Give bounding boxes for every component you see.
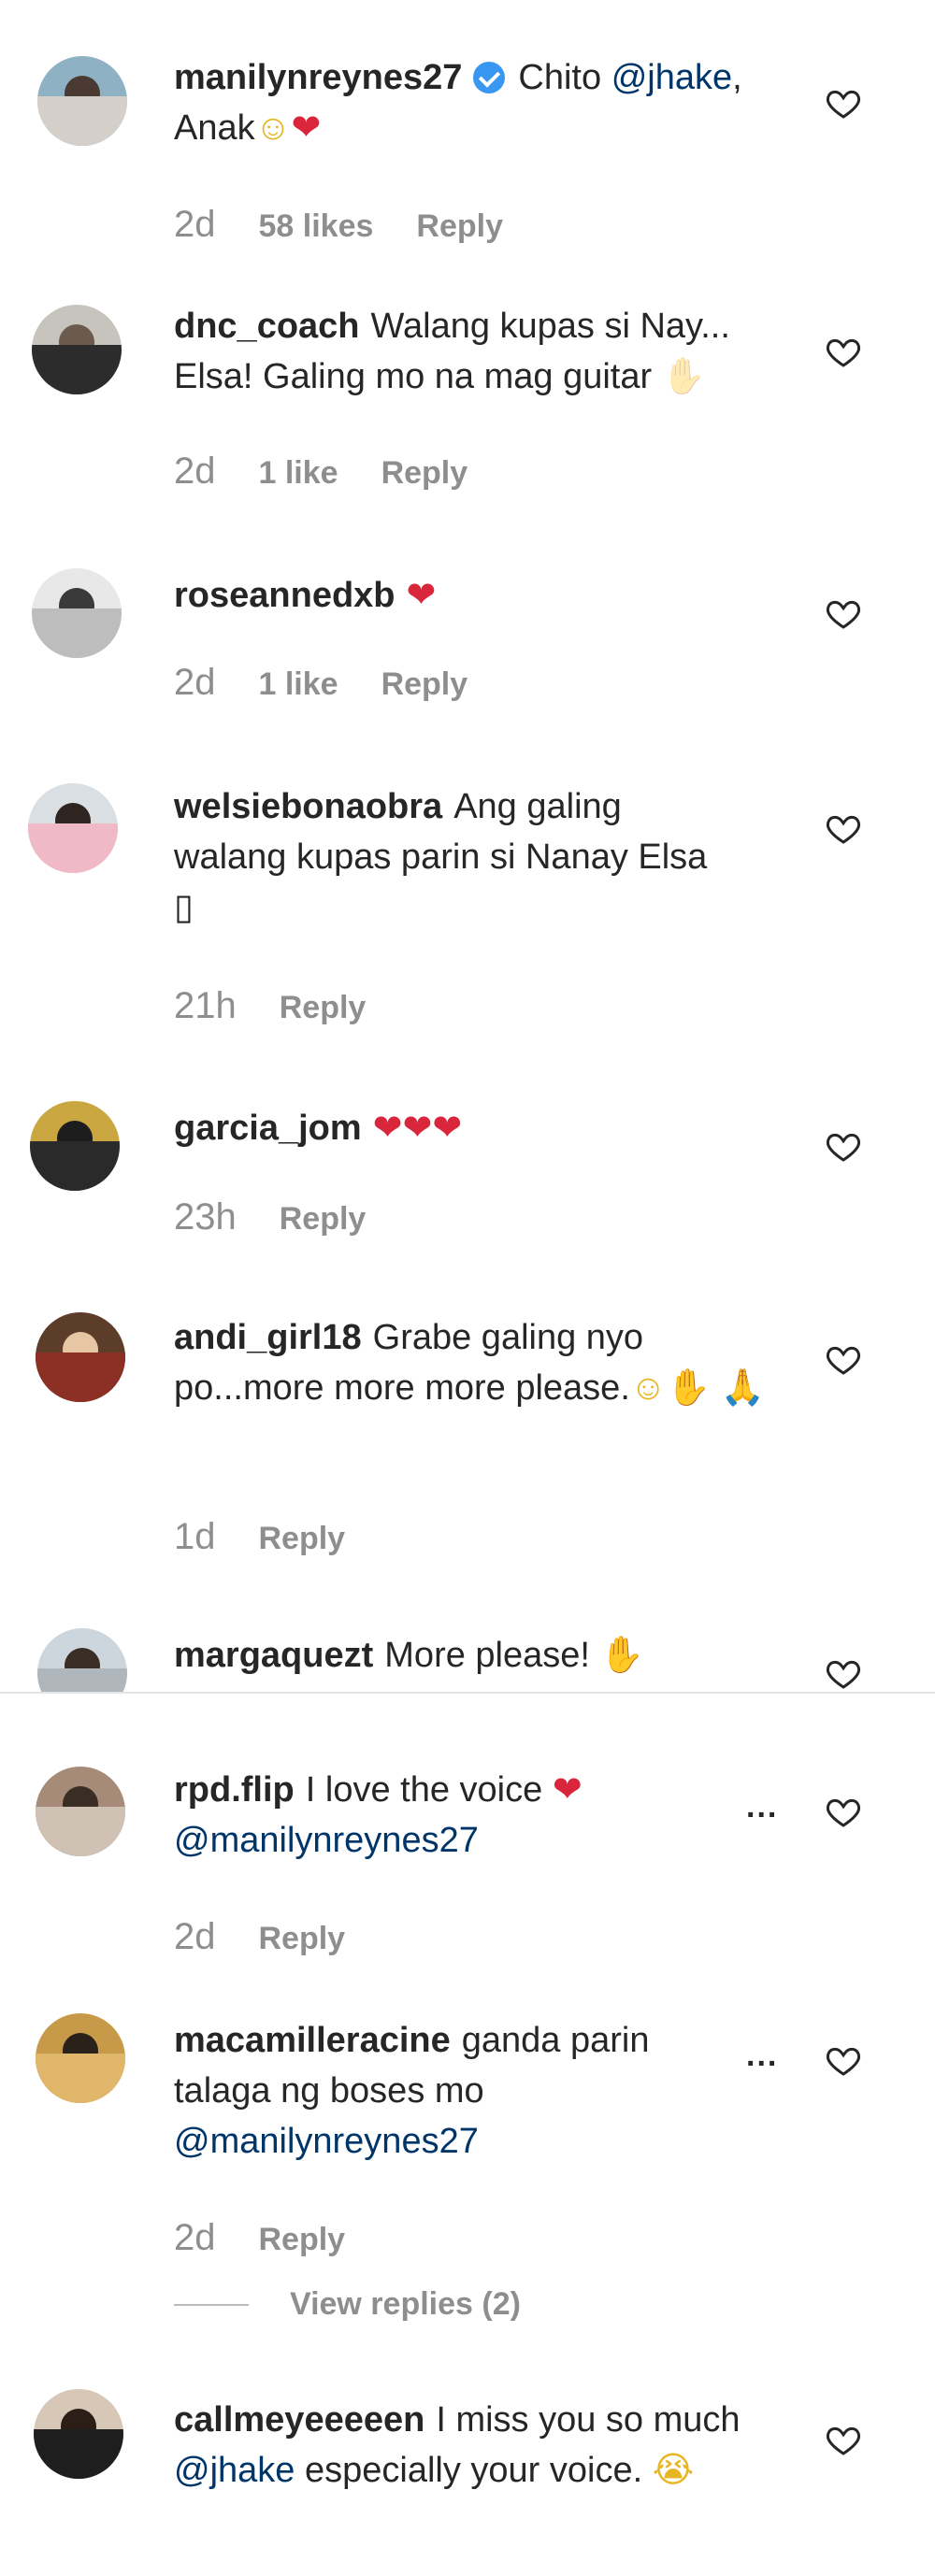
view-replies-button[interactable]: View replies (2) [174, 2286, 521, 2323]
comment-time: 2d [174, 2217, 216, 2258]
reply-button[interactable]: Reply [416, 208, 503, 245]
comment-time: 2d [174, 662, 216, 703]
mention-link[interactable]: @manilynreynes27 [174, 2122, 479, 2161]
more-options-icon[interactable]: ... [746, 1789, 778, 1825]
username[interactable]: roseannedxb [174, 576, 396, 615]
heart-outline-icon[interactable] [825, 1340, 862, 1378]
reply-button[interactable]: Reply [381, 455, 468, 492]
verified-badge-icon [473, 62, 506, 93]
username[interactable]: callmeyeeeeen [174, 2400, 424, 2440]
mention-link[interactable]: @jhake [174, 2451, 295, 2490]
username[interactable]: rpd.flip [174, 1770, 295, 1810]
comment-time: 2d [174, 204, 216, 245]
avatar[interactable] [37, 56, 127, 146]
reply-button[interactable]: Reply [280, 990, 367, 1026]
avatar[interactable] [28, 783, 118, 873]
avatar[interactable] [30, 1101, 120, 1191]
heart-outline-icon[interactable] [825, 2421, 862, 2458]
clap-emoji: ✋ [661, 357, 707, 396]
avatar[interactable] [37, 1628, 127, 1692]
likes-count[interactable]: 1 like [259, 666, 338, 703]
username[interactable]: macamilleracine [174, 2021, 451, 2060]
crying-emoji: 😭 [652, 2451, 695, 2490]
heart-emoji: ❤ [406, 576, 437, 615]
heart-outline-icon[interactable] [825, 594, 862, 632]
avatar[interactable] [36, 2013, 125, 2103]
heart-outline-icon[interactable] [825, 1654, 862, 1692]
likes-count[interactable]: 58 likes [259, 208, 374, 245]
heart-outline-icon[interactable] [825, 2041, 862, 2079]
heart-outline-icon[interactable] [825, 333, 862, 370]
heart-emoji: ❤ [291, 108, 322, 148]
section-divider [0, 1692, 935, 1694]
comment-time: 2d [174, 1916, 216, 1957]
heart-outline-icon[interactable] [825, 1793, 862, 1830]
reply-button[interactable]: Reply [259, 2222, 346, 2258]
mention-link[interactable]: @jhake [611, 58, 732, 97]
heart-outline-icon[interactable] [825, 84, 862, 122]
reply-button[interactable]: Reply [259, 1921, 346, 1957]
view-replies-label[interactable]: View replies (2) [290, 2286, 521, 2323]
avatar[interactable] [32, 305, 122, 394]
reply-button[interactable]: Reply [259, 1521, 346, 1557]
avatar[interactable] [32, 568, 122, 658]
heart-emoji: ❤❤❤ [372, 1109, 463, 1148]
avatar[interactable] [34, 2389, 123, 2479]
heart-outline-icon[interactable] [825, 1127, 862, 1165]
avatar[interactable] [36, 1767, 125, 1856]
username[interactable]: margaquezt [174, 1636, 373, 1675]
heart-outline-icon[interactable] [825, 809, 862, 847]
more-options-icon[interactable]: ... [746, 2038, 778, 2074]
username[interactable]: welsiebonaobra [174, 787, 442, 826]
username[interactable]: garcia_jom [174, 1109, 362, 1148]
mention-link[interactable]: @manilynreynes27 [174, 1821, 479, 1860]
smile-emoji: ☺ [629, 1368, 667, 1408]
avatar[interactable] [36, 1312, 125, 1402]
smile-emoji: ☺ [254, 108, 292, 148]
reply-button[interactable]: Reply [280, 1201, 367, 1238]
username[interactable]: andi_girl18 [174, 1318, 362, 1357]
reply-button[interactable]: Reply [381, 666, 468, 703]
clap-emoji: ✋ [666, 1368, 712, 1408]
wave-emoji: ✋ [599, 1636, 644, 1675]
pray-emoji: 🙏 [720, 1368, 765, 1408]
likes-count[interactable]: 1 like [259, 455, 338, 492]
comment-time: 23h [174, 1196, 237, 1238]
username[interactable]: dnc_coach [174, 307, 360, 346]
comment-time: 2d [174, 451, 216, 492]
comment-time: 21h [174, 985, 237, 1026]
replies-divider-line [174, 2303, 249, 2306]
comment-text: More please! ✋ [384, 1636, 644, 1675]
comment-item: margaquezt More please! ✋ [0, 1617, 935, 1692]
username[interactable]: manilynreynes27 [174, 58, 462, 97]
comment-time: 1d [174, 1516, 216, 1557]
heart-emoji: ❤ [552, 1770, 583, 1810]
